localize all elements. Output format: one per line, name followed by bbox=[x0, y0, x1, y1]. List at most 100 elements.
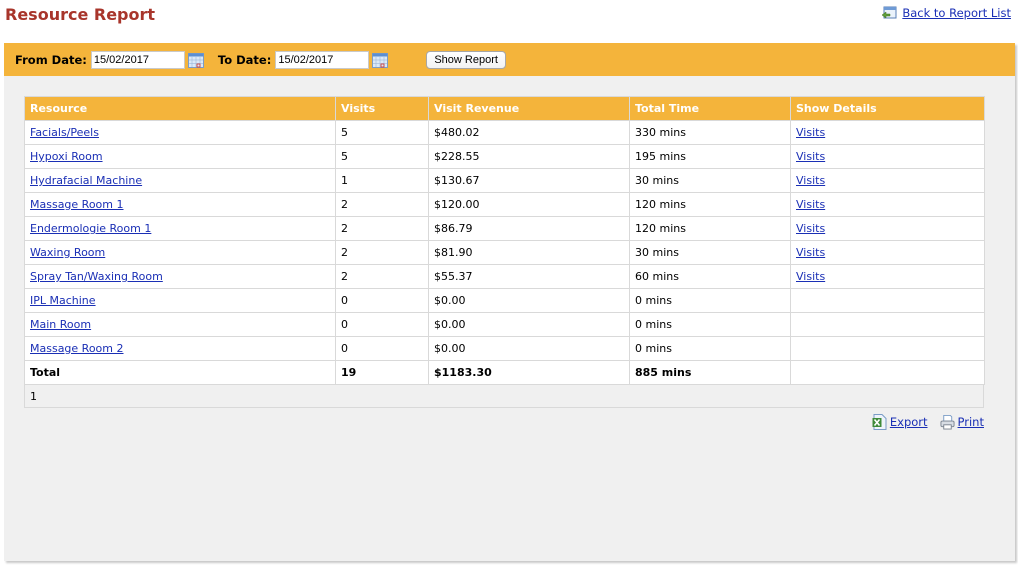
back-to-report-list-link[interactable]: Back to Report List bbox=[881, 6, 1011, 20]
show-details-link[interactable]: Visits bbox=[796, 270, 825, 283]
resource-name: Main Room bbox=[24, 312, 336, 337]
resource-name: Spray Tan/Waxing Room bbox=[24, 264, 336, 289]
total-revenue: $1183.30 bbox=[428, 360, 630, 385]
total-time: 0 mins bbox=[629, 312, 791, 337]
resource-name-link[interactable]: Endermologie Room 1 bbox=[30, 222, 151, 235]
table-row: Massage Room 1 2 $120.00 120 mins Visits bbox=[24, 192, 985, 217]
total-time: 0 mins bbox=[629, 336, 791, 361]
total-time: 120 mins bbox=[629, 216, 791, 241]
visits-count: 5 bbox=[335, 144, 429, 169]
visits-count: 0 bbox=[335, 312, 429, 337]
total-row: Total 19 $1183.30 885 mins bbox=[24, 360, 985, 385]
to-date-label: To Date: bbox=[217, 52, 272, 67]
back-window-icon bbox=[881, 6, 897, 19]
resource-name-link[interactable]: Facials/Peels bbox=[30, 126, 99, 139]
total-details bbox=[790, 360, 985, 385]
page-title: Resource Report bbox=[5, 5, 156, 24]
print-label: Print bbox=[957, 415, 984, 429]
show-details: Visits bbox=[790, 264, 985, 289]
excel-export-icon bbox=[872, 414, 887, 430]
resource-name-link[interactable]: Hypoxi Room bbox=[30, 150, 103, 163]
visit-revenue: $86.79 bbox=[428, 216, 630, 241]
column-header-resource[interactable]: Resource bbox=[24, 96, 336, 121]
total-time: 30 mins bbox=[629, 168, 791, 193]
show-details-link[interactable]: Visits bbox=[796, 126, 825, 139]
table-row: Massage Room 2 0 $0.00 0 mins bbox=[24, 336, 985, 361]
total-time: 0 mins bbox=[629, 288, 791, 313]
visit-revenue: $0.00 bbox=[428, 312, 630, 337]
page-number[interactable]: 1 bbox=[30, 390, 37, 403]
visits-count: 2 bbox=[335, 192, 429, 217]
resource-name-link[interactable]: Massage Room 1 bbox=[30, 198, 124, 211]
table-row: Endermologie Room 1 2 $86.79 120 mins Visits bbox=[24, 216, 985, 241]
table-row: Waxing Room 2 $81.90 30 mins Visits bbox=[24, 240, 985, 265]
show-details: Visits bbox=[790, 192, 985, 217]
table-header-row: Resource Visits Visit Revenue Total Time… bbox=[24, 96, 985, 121]
table-row: IPL Machine 0 $0.00 0 mins bbox=[24, 288, 985, 313]
resource-name: Endermologie Room 1 bbox=[24, 216, 336, 241]
total-label: Total bbox=[24, 360, 336, 385]
resource-name-link[interactable]: Waxing Room bbox=[30, 246, 105, 259]
table-row: Spray Tan/Waxing Room 2 $55.37 60 mins Visit… bbox=[24, 264, 985, 289]
report-table-container: Resource Visits Visit Revenue Total Time… bbox=[24, 96, 985, 408]
from-date-input[interactable] bbox=[90, 50, 185, 69]
total-time: 30 mins bbox=[629, 240, 791, 265]
visits-count: 5 bbox=[335, 120, 429, 145]
resource-name-link[interactable]: IPL Machine bbox=[30, 294, 96, 307]
export-link[interactable]: Export bbox=[872, 414, 928, 430]
resource-name-link[interactable]: Spray Tan/Waxing Room bbox=[30, 270, 163, 283]
show-details: Visits bbox=[790, 240, 985, 265]
show-report-button[interactable]: Show Report bbox=[426, 50, 506, 69]
visit-revenue: $55.37 bbox=[428, 264, 630, 289]
resource-name-link[interactable]: Massage Room 2 bbox=[30, 342, 124, 355]
total-time: 885 mins bbox=[629, 360, 791, 385]
table-row: Hydrafacial Machine 1 $130.67 30 mins Visits bbox=[24, 168, 985, 193]
show-details bbox=[790, 312, 985, 337]
resource-name: Hypoxi Room bbox=[24, 144, 336, 169]
pagination: 1 bbox=[24, 385, 984, 408]
report-actions: Export Print bbox=[872, 414, 984, 430]
visits-count: 0 bbox=[335, 288, 429, 313]
column-header-total-time[interactable]: Total Time bbox=[629, 96, 791, 121]
printer-icon bbox=[940, 414, 955, 430]
date-filter-bar: From Date: To Date: Show Report bbox=[4, 43, 1015, 76]
column-header-visits[interactable]: Visits bbox=[335, 96, 429, 121]
column-header-show-details: Show Details bbox=[790, 96, 985, 121]
visit-revenue: $0.00 bbox=[428, 336, 630, 361]
show-details bbox=[790, 336, 985, 361]
print-link[interactable]: Print bbox=[940, 414, 984, 430]
show-details-link[interactable]: Visits bbox=[796, 150, 825, 163]
visits-count: 0 bbox=[335, 336, 429, 361]
resource-name-link[interactable]: Main Room bbox=[30, 318, 91, 331]
total-time: 120 mins bbox=[629, 192, 791, 217]
show-details: Visits bbox=[790, 120, 985, 145]
resource-name-link[interactable]: Hydrafacial Machine bbox=[30, 174, 142, 187]
calendar-icon[interactable] bbox=[187, 52, 204, 68]
show-details-link[interactable]: Visits bbox=[796, 174, 825, 187]
visit-revenue: $130.67 bbox=[428, 168, 630, 193]
show-details bbox=[790, 288, 985, 313]
from-date-label: From Date: bbox=[15, 52, 87, 67]
show-details-link[interactable]: Visits bbox=[796, 198, 825, 211]
back-link-label: Back to Report List bbox=[902, 6, 1011, 20]
visit-revenue: $228.55 bbox=[428, 144, 630, 169]
resource-report-table: Resource Visits Visit Revenue Total Time… bbox=[24, 96, 985, 385]
total-time: 330 mins bbox=[629, 120, 791, 145]
show-details: Visits bbox=[790, 216, 985, 241]
resource-name: IPL Machine bbox=[24, 288, 336, 313]
column-header-visit-revenue[interactable]: Visit Revenue bbox=[428, 96, 630, 121]
show-details-link[interactable]: Visits bbox=[796, 222, 825, 235]
calendar-icon[interactable] bbox=[372, 52, 389, 68]
table-row: Main Room 0 $0.00 0 mins bbox=[24, 312, 985, 337]
visit-revenue: $0.00 bbox=[428, 288, 630, 313]
to-date-input[interactable] bbox=[275, 50, 370, 69]
table-row: Facials/Peels 5 $480.02 330 mins Visits bbox=[24, 120, 985, 145]
show-details-link[interactable]: Visits bbox=[796, 246, 825, 259]
resource-name: Waxing Room bbox=[24, 240, 336, 265]
table-row: Hypoxi Room 5 $228.55 195 mins Visits bbox=[24, 144, 985, 169]
report-panel: From Date: To Date: Show Report bbox=[4, 43, 1015, 561]
visits-count: 2 bbox=[335, 240, 429, 265]
show-details: Visits bbox=[790, 144, 985, 169]
total-time: 195 mins bbox=[629, 144, 791, 169]
total-time: 60 mins bbox=[629, 264, 791, 289]
